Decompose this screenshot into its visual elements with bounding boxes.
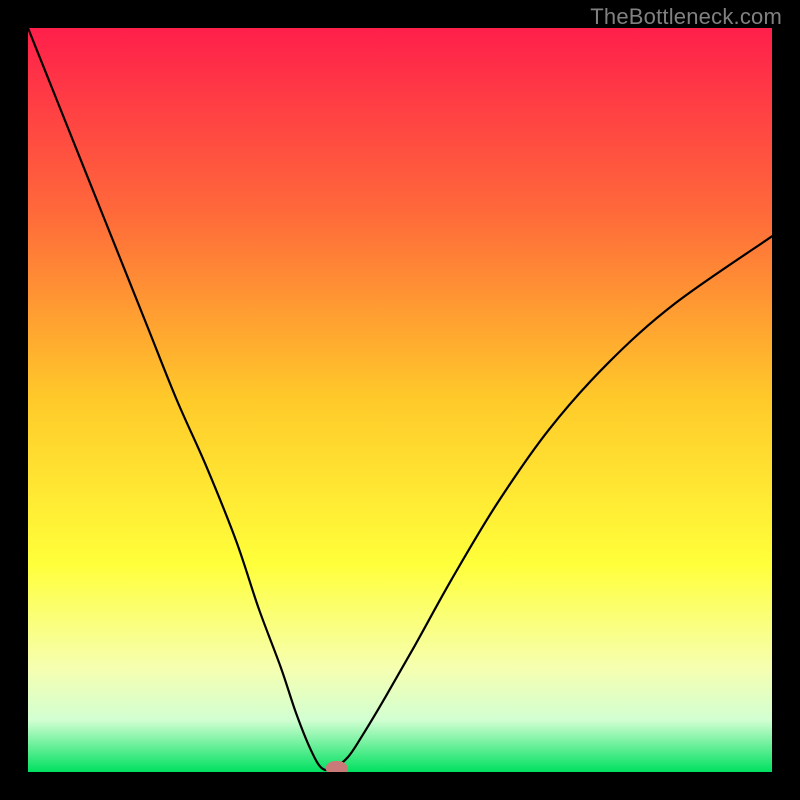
chart-svg	[28, 28, 772, 772]
gradient-background	[28, 28, 772, 772]
chart-container: TheBottleneck.com	[0, 0, 800, 800]
watermark-text: TheBottleneck.com	[590, 4, 782, 30]
plot-area	[28, 28, 772, 772]
